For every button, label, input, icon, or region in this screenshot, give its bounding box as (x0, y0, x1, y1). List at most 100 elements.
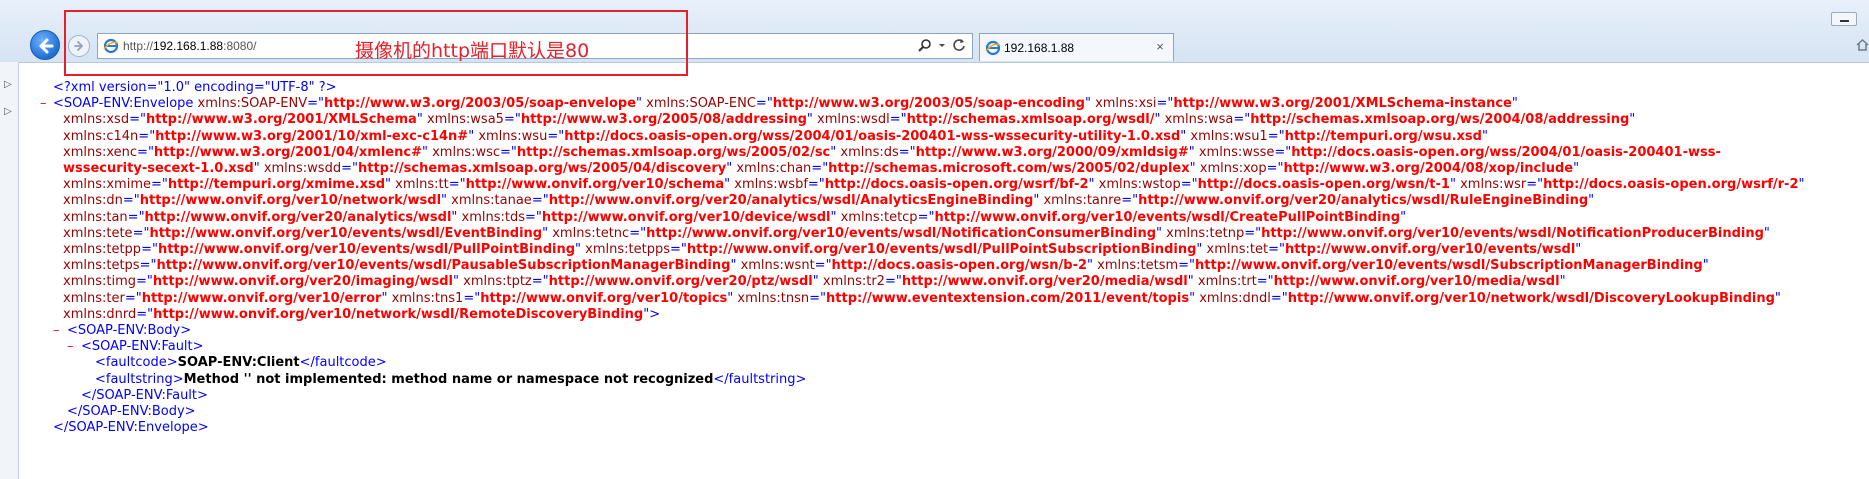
xmlns-attribute-value: http://www.onvif.org/ver20/ptz/wsdl (548, 274, 813, 290)
xmlns-attribute-value: http://www.onvif.org/ver10/schema (465, 177, 725, 193)
tab-close-button[interactable]: × (1153, 40, 1167, 54)
url-suffix: :8080/ (223, 39, 257, 53)
fault-open-tag: <SOAP-ENV:Fault> (81, 339, 204, 355)
namespace-line: xmlns:dn="http://www.onvif.org/ver10/net… (63, 193, 1595, 209)
xmlns-attribute-value: http://www.onvif.org/ver10/error (141, 290, 382, 306)
namespace-block: xmlns:xsd="http://www.w3.org/2001/XMLSch… (40, 112, 1869, 323)
xmlns-attribute-name: xmlns:wstop (1098, 177, 1181, 193)
xmlns-attribute-value: http://www.onvif.org/ver20/imaging/wsdl (152, 274, 453, 290)
xmlns-attribute-value: http://www.w3.org/2003/05/soap-encoding (772, 96, 1085, 112)
xmlns-attribute-value: http://www.w3.org/2001/XMLSchema-instanc… (1173, 96, 1512, 112)
url-host: 192.168.1.88 (153, 39, 224, 53)
xmlns-attribute-name: xmlns:SOAP-ENC (646, 96, 756, 112)
xmlns-attribute-value: http://www.onvif.org/ver10/network/wsdl/… (1287, 290, 1775, 306)
url-prefix: http:// (123, 39, 154, 53)
browser-toolbar: http://192.168.1.88:8080/ 192.168.1.88 × (0, 0, 1869, 63)
expand-arrow-icon[interactable]: ▷ (4, 106, 12, 117)
xmlns-attribute-name: xmlns:tetpps (585, 242, 671, 258)
xmlns-attribute-name: xmlns:wsu (478, 128, 548, 144)
home-icon[interactable] (1856, 38, 1869, 52)
xmlns-attribute-value: http://docs.oasis-open.org/wss/2004/01/o… (564, 128, 1181, 144)
xmlns-attribute-name: xmlns:chan (736, 161, 812, 177)
faultcode-open-tag: <faultcode> (95, 355, 178, 371)
left-side-strip: ▷ ▷ (0, 62, 19, 479)
collapse-toggle[interactable]: – (40, 96, 47, 112)
xmlns-attribute-value: http://www.onvif.org/ver10/events/wsdl/E… (149, 225, 543, 241)
xmlns-attribute-value: http://www.w3.org/2004/08/xop/include (1283, 161, 1574, 177)
xmlns-attribute-value: http://docs.oasis-open.org/wsn/b-2 (831, 258, 1088, 274)
browser-tab[interactable]: 192.168.1.88 × (979, 33, 1174, 61)
expand-arrow-icon[interactable]: ▷ (4, 79, 12, 90)
xmlns-attribute-value: http://www.onvif.org/ver10/media/wsdl (1273, 274, 1560, 290)
xmlns-attribute-value: http://www.onvif.org/ver10/events/wsdl (1284, 242, 1576, 258)
dropdown-icon[interactable] (938, 37, 946, 56)
xmlns-attribute-name: xmlns:wsnt (740, 258, 815, 274)
xmlns-attribute-value: http://www.onvif.org/ver10/network/wsdl/… (153, 306, 644, 322)
xmlns-attribute-value: http://www.onvif.org/ver10/events/wsdl/N… (646, 225, 1157, 241)
xmlns-attribute-name: xmlns:wsbf (734, 177, 808, 193)
xmlns-attribute-name: xmlns:wsu1 (1190, 128, 1268, 144)
xmlns-attribute-name: xmlns:xenc (63, 144, 138, 160)
xmlns-attribute-value: http://www.onvif.org/ver10/events/wsdl/C… (934, 209, 1401, 225)
xmlns-attribute-name: xmlns:tan (63, 209, 128, 225)
xmlns-attribute-value: http://tempuri.org/xmime.xsd (167, 177, 386, 193)
xmlns-attribute-value: wssecurity-secext-1.0.xsd (63, 161, 254, 177)
xmlns-attribute-value: http://www.onvif.org/ver10/events/wsdl/P… (156, 258, 731, 274)
minimize-button[interactable] (1831, 12, 1857, 26)
xmlns-attribute-name: xmlns:ds (840, 144, 899, 160)
xmlns-attribute-name: xmlns:wsdl (817, 112, 890, 128)
xmlns-attribute-name: xmlns:wsdd (263, 161, 342, 177)
tab-title: 192.168.1.88 (1004, 41, 1075, 55)
refresh-icon[interactable] (952, 37, 966, 56)
url-text[interactable]: http://192.168.1.88:8080/ (123, 39, 256, 53)
xmlns-attribute-value: http://www.onvif.org/ver10/topics (480, 290, 728, 306)
namespace-line: wssecurity-secext-1.0.xsd" xmlns:wsdd="h… (63, 161, 1580, 177)
xmlns-attribute-value: http://www.onvif.org/ver10/events/wsdl/N… (1261, 225, 1764, 241)
xmlns-attribute-value: http://www.w3.org/2003/05/soap-envelope (324, 96, 637, 112)
xmlns-attribute-name: xmlns:tanre (1043, 193, 1122, 209)
namespace-line: xmlns:xsd="http://www.w3.org/2001/XMLSch… (63, 112, 1636, 128)
xml-document-view: <?xml version="1.0" encoding="UTF-8" ?> … (40, 80, 1869, 436)
xmlns-attribute-value: http://www.onvif.org/ver10/events/wsdl/P… (686, 242, 1197, 258)
xmlns-attribute-name: xmlns:wsr (1460, 177, 1527, 193)
xmlns-attribute-name: xmlns:tanae (451, 193, 532, 209)
namespace-line: xmlns:tetpp="http://www.onvif.org/ver10/… (63, 242, 1582, 258)
xmlns-attribute-name: xmlns:SOAP-ENV (197, 96, 308, 112)
xmlns-attribute-name: xmlns:tetnc (552, 225, 630, 241)
faultstring-value: Method '' not implemented: method name o… (183, 371, 714, 387)
namespace-line: xmlns:ter="http://www.onvif.org/ver10/er… (63, 290, 1781, 306)
xmlns-attribute-name: xmlns:tetpp (63, 242, 142, 258)
xmlns-attribute-name: xmlns:dn (63, 193, 123, 209)
xmlns-attribute-value: http://www.w3.org/2001/04/xmlenc# (153, 144, 422, 160)
namespace-line: xmlns:xmime="http://tempuri.org/xmime.xs… (63, 177, 1805, 193)
faultcode-value: SOAP-ENV:Client (177, 355, 300, 371)
back-button[interactable] (30, 30, 60, 60)
xmlns-attribute-name: xmlns:timg (63, 274, 136, 290)
xmlns-attribute-value: http://docs.oasis-open.org/wss/2004/01/o… (1291, 144, 1721, 160)
xmlns-attribute-name: xmlns:wsa5 (426, 112, 504, 128)
search-icon[interactable] (918, 37, 932, 56)
xmlns-attribute-value: http://www.onvif.org/ver20/analytics/wsd… (1138, 193, 1589, 209)
xmlns-attribute-value: http://docs.oasis-open.org/wsrf/r-2 (1543, 177, 1799, 193)
collapse-toggle[interactable]: – (67, 339, 74, 355)
xmlns-attribute-name: xmlns:tetnp (1166, 225, 1245, 241)
xmlns-attribute-name: xmlns:tnsn (737, 290, 810, 306)
fault-close-tag: </SOAP-ENV:Fault> (81, 387, 208, 403)
ie-page-icon (985, 40, 1001, 56)
xmlns-attribute-value: http://www.onvif.org/ver10/events/wsdl/S… (1195, 258, 1703, 274)
collapse-toggle[interactable]: – (53, 323, 60, 339)
namespace-line: xmlns:tetps="http://www.onvif.org/ver10/… (63, 258, 1709, 274)
namespace-line: xmlns:c14n="http://www.w3.org/2001/10/xm… (63, 128, 1488, 144)
xmlns-attribute-name: xmlns:tt (395, 177, 449, 193)
xmlns-attribute-name: xmlns:xsd (63, 112, 130, 128)
body-open-tag: <SOAP-ENV:Body> (67, 323, 192, 339)
xmlns-attribute-name: xmlns:tetsm (1097, 258, 1179, 274)
forward-button[interactable] (68, 35, 90, 57)
back-arrow-icon (39, 38, 54, 54)
xmlns-attribute-value: http://www.onvif.org/ver10/device/wsdl (541, 209, 831, 225)
forward-arrow-icon (74, 41, 84, 51)
xmlns-attribute-value: http://www.eventextension.com/2011/event… (826, 290, 1190, 306)
address-tools (918, 37, 966, 55)
xmlns-attribute-value: http://schemas.xmlsoap.org/ws/2005/04/di… (357, 161, 727, 177)
xmlns-attribute-value: http://www.onvif.org/ver20/media/wsdl (901, 274, 1188, 290)
